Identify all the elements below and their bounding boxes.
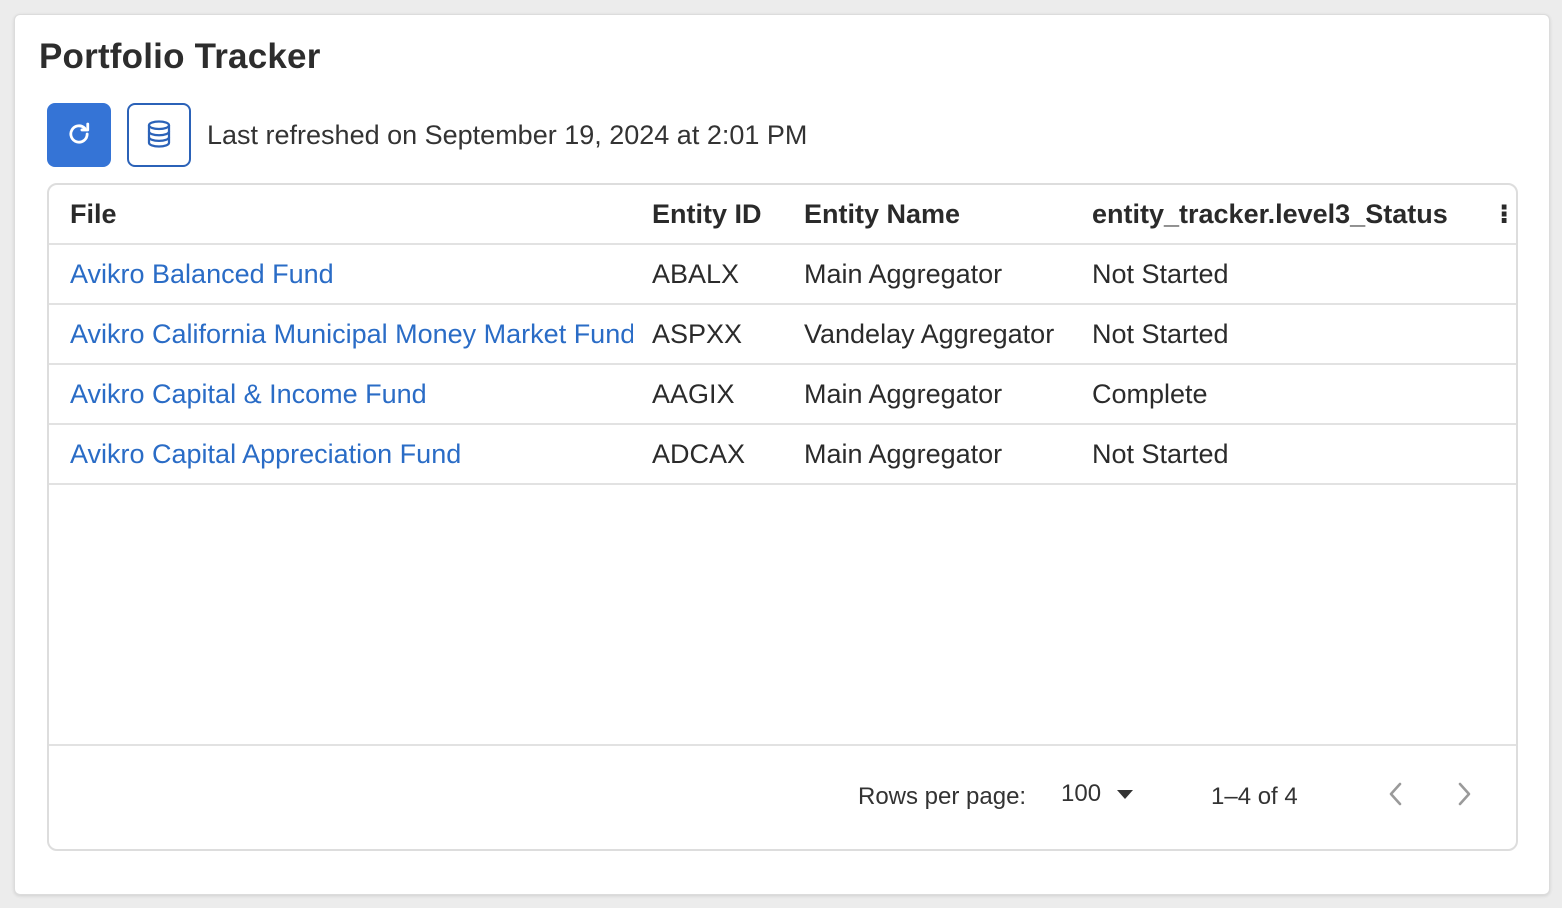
chevron-left-icon xyxy=(1386,780,1406,813)
entity-name-cell: Vandelay Aggregator xyxy=(804,318,1055,349)
chevron-right-icon xyxy=(1454,780,1474,813)
entity-id-cell: ADCAX xyxy=(652,438,746,469)
next-page-button[interactable] xyxy=(1449,778,1479,814)
status-cell: Not Started xyxy=(1092,318,1229,349)
table-pagination: Rows per page: 100 1–4 of 4 xyxy=(49,744,1516,849)
table-header: File Entity ID Entity Name entity_tracke… xyxy=(49,185,1516,245)
page-title: Portfolio Tracker xyxy=(39,37,321,76)
column-header-file[interactable]: File xyxy=(70,185,633,243)
data-table: File Entity ID Entity Name entity_tracke… xyxy=(47,183,1518,851)
status-cell: Complete xyxy=(1092,378,1208,409)
column-header-entity-name[interactable]: Entity Name xyxy=(804,185,1086,243)
entity-id-cell: AAGIX xyxy=(652,378,735,409)
database-button[interactable] xyxy=(127,103,191,167)
column-resize-handle[interactable]: ⁝ xyxy=(1499,185,1516,243)
file-link[interactable]: Avikro Capital & Income Fund xyxy=(70,365,633,423)
caret-down-icon xyxy=(1117,789,1134,799)
status-cell: Not Started xyxy=(1092,258,1229,289)
file-link[interactable]: Avikro Balanced Fund xyxy=(70,245,633,303)
table-row: Avikro Balanced Fund ABALX Main Aggregat… xyxy=(49,245,1516,305)
last-refreshed-text: Last refreshed on September 19, 2024 at … xyxy=(207,119,808,150)
table-row: Avikro Capital & Income Fund AAGIX Main … xyxy=(49,365,1516,425)
toolbar: Last refreshed on September 19, 2024 at … xyxy=(47,103,807,167)
status-cell: Not Started xyxy=(1092,438,1229,469)
table-row: Avikro Capital Appreciation Fund ADCAX M… xyxy=(49,425,1516,485)
column-header-entity-id[interactable]: Entity ID xyxy=(652,185,792,243)
entity-id-cell: ASPXX xyxy=(652,318,743,349)
portfolio-tracker-card: Portfolio Tracker Last refreshed on Sept… xyxy=(14,14,1550,895)
file-link[interactable]: Avikro Capital Appreciation Fund xyxy=(70,425,633,483)
refresh-button[interactable] xyxy=(47,103,111,167)
rows-per-page-value: 100 xyxy=(1061,780,1102,807)
entity-id-cell: ABALX xyxy=(652,258,740,289)
previous-page-button[interactable] xyxy=(1381,778,1411,814)
file-link[interactable]: Avikro California Municipal Money Market… xyxy=(70,305,633,363)
refresh-icon xyxy=(65,120,93,151)
database-icon xyxy=(144,119,174,152)
rows-per-page-label: Rows per page: xyxy=(858,783,1027,810)
column-header-status[interactable]: entity_tracker.level3_Status xyxy=(1092,185,1492,243)
entity-name-cell: Main Aggregator xyxy=(804,438,1003,469)
entity-name-cell: Main Aggregator xyxy=(804,378,1003,409)
entity-name-cell: Main Aggregator xyxy=(804,258,1003,289)
table-row: Avikro California Municipal Money Market… xyxy=(49,305,1516,365)
pagination-range: 1–4 of 4 xyxy=(1211,783,1298,810)
rows-per-page-select[interactable]: 100 xyxy=(1061,780,1134,808)
